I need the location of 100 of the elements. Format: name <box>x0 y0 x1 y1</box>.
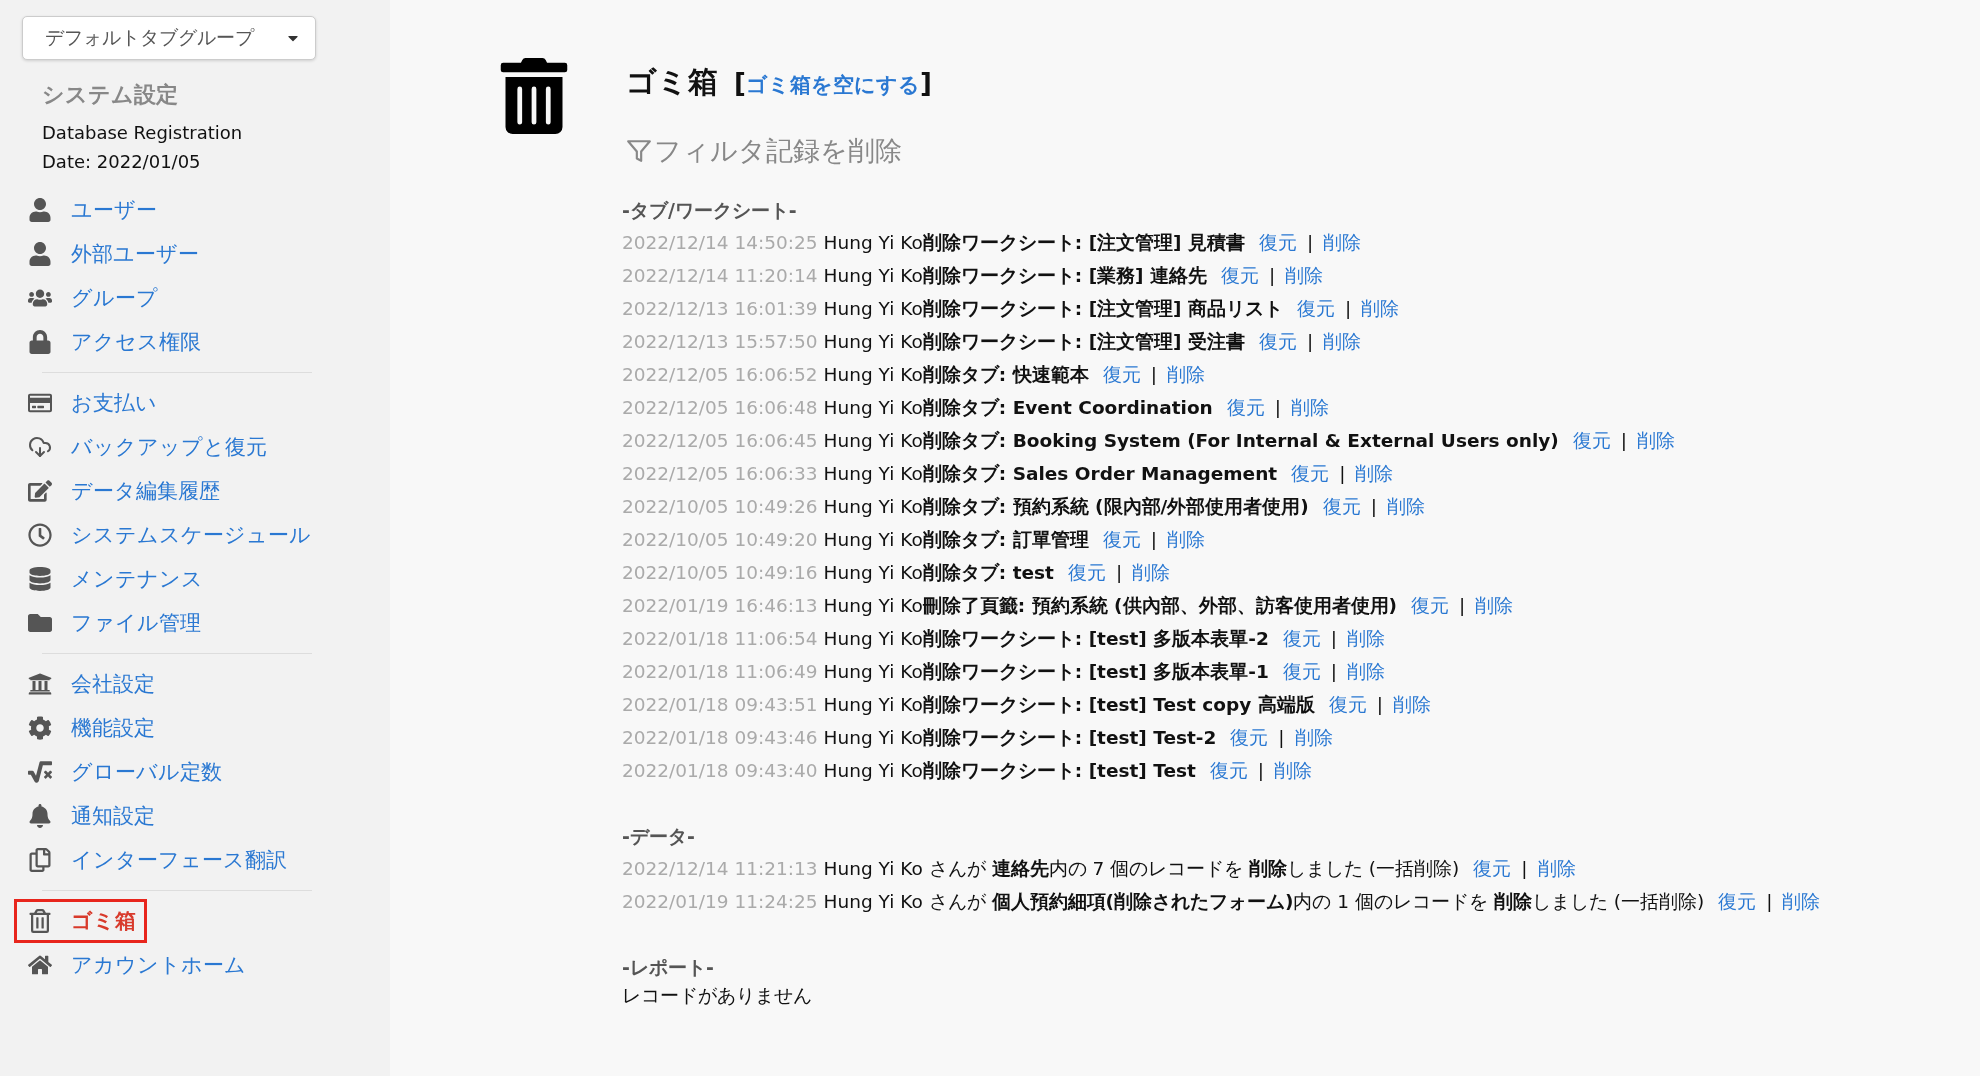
delete-link[interactable]: 削除 <box>1355 461 1394 486</box>
log-text: Hung Yi Ko削除タブ: 預約系統 (限內部/外部使用者使用) <box>823 495 1309 519</box>
lock-icon <box>28 330 52 354</box>
separator: | <box>1150 364 1157 385</box>
restore-link[interactable]: 復元 <box>1209 758 1248 783</box>
trash-icon <box>28 909 52 933</box>
tab-group-dropdown[interactable]: デフォルトタブグループ <box>22 16 316 60</box>
separator: | <box>1370 496 1377 517</box>
delete-link[interactable]: 削除 <box>1132 560 1171 585</box>
log-text: Hung Yi Ko削除ワークシート: [test] 多版本表單-2 <box>823 627 1269 651</box>
delete-link[interactable]: 削除 <box>1323 329 1362 354</box>
timestamp: 2022/10/05 10:49:16 <box>622 562 818 583</box>
restore-link[interactable]: 復元 <box>1259 329 1297 354</box>
delete-link[interactable]: 削除 <box>1166 527 1205 552</box>
timestamp: 2022/12/05 16:06:52 <box>622 364 818 385</box>
sidebar-item[interactable]: ファイル管理 <box>22 601 212 645</box>
delete-link[interactable]: 削除 <box>1347 659 1386 684</box>
delete-link[interactable]: 削除 <box>1637 428 1675 453</box>
timestamp: 2022/01/18 09:43:46 <box>622 727 818 748</box>
log-text: Hung Yi Ko削除タブ: Sales Order Management <box>823 462 1278 486</box>
timestamp: 2022/01/19 11:24:25 <box>622 891 818 912</box>
restore-link[interactable]: 復元 <box>1322 494 1361 519</box>
timestamp: 2022/01/18 09:43:40 <box>622 760 818 781</box>
restore-link[interactable]: 復元 <box>1230 725 1269 750</box>
separator: | <box>1330 628 1338 649</box>
timestamp: 2022/01/19 16:46:13 <box>622 595 818 616</box>
restore-link[interactable]: 復元 <box>1221 263 1259 288</box>
timestamp: 2022/12/05 16:06:45 <box>622 430 818 451</box>
delete-link[interactable]: 削除 <box>1392 692 1431 717</box>
delete-link[interactable]: 削除 <box>1294 725 1333 750</box>
sidebar-item[interactable]: アクセス権限 <box>22 320 212 364</box>
restore-link[interactable]: 復元 <box>1102 362 1141 387</box>
log-text: Hung Yi Ko刪除了頁籤: 預約系統 (供內部、外部、訪客使用者使用) <box>823 594 1397 618</box>
registration-info: Date: 2022/01/05 <box>42 150 202 174</box>
sidebar-item[interactable]: 外部ユーザー <box>22 232 210 276</box>
sidebar-item[interactable]: グループ <box>22 276 169 320</box>
sidebar-item[interactable]: バックアップと復元 <box>22 425 278 469</box>
restore-link[interactable]: 復元 <box>1411 593 1449 618</box>
delete-link[interactable]: 削除 <box>1323 230 1362 255</box>
credit-card-icon <box>28 391 52 415</box>
sidebar-item[interactable]: ゴミ箱 <box>14 899 147 943</box>
square-root-icon <box>28 760 52 784</box>
delete-link[interactable]: 削除 <box>1387 494 1425 519</box>
separator: | <box>1274 397 1281 418</box>
sidebar-item[interactable]: 通知設定 <box>22 794 166 838</box>
section-heading: -タブ/ワークシート- <box>622 198 798 223</box>
log-text: Hung Yi Ko削除ワークシート: [test] 多版本表單-1 <box>823 660 1269 684</box>
sidebar-item[interactable]: データ編集履歴 <box>22 469 231 513</box>
empty-trash-link[interactable]: ゴミ箱を空にする <box>745 71 920 99</box>
sidebar-item[interactable]: インターフェース翻訳 <box>22 838 298 882</box>
restore-link[interactable]: 復元 <box>1297 296 1335 321</box>
section-heading: -データ- <box>622 824 696 849</box>
sidebar-item[interactable]: ユーザー <box>22 188 168 232</box>
filter-delete-records-button[interactable]: フィルタ記録を削除 <box>626 133 932 169</box>
separator: | <box>1330 661 1338 682</box>
filter-icon <box>626 138 652 164</box>
delete-link[interactable]: 削除 <box>1782 889 1821 914</box>
restore-link[interactable]: 復元 <box>1282 659 1321 684</box>
delete-link[interactable]: 削除 <box>1347 626 1386 651</box>
restore-link[interactable]: 復元 <box>1067 560 1106 585</box>
separator: | <box>1521 858 1528 879</box>
sidebar-item[interactable]: メンテナンス <box>22 557 214 601</box>
log-text: Hung Yi Ko削除ワークシート: [test] Test copy 高端版 <box>823 693 1315 717</box>
sidebar-item[interactable]: グローバル定数 <box>22 750 233 794</box>
separator: | <box>1620 430 1627 451</box>
delete-link[interactable]: 削除 <box>1166 362 1205 387</box>
delete-link[interactable]: 削除 <box>1537 856 1576 881</box>
delete-link[interactable]: 削除 <box>1274 758 1313 783</box>
log-text: Hung Yi Ko削除タブ: 訂單管理 <box>823 528 1089 552</box>
sidebar-item[interactable]: システムスケージュール <box>22 513 322 557</box>
log-text: Hung Yi Ko削除ワークシート: [test] Test-2 <box>823 726 1217 750</box>
restore-link[interactable]: 復元 <box>1291 461 1330 486</box>
settings-icon <box>28 716 52 740</box>
timestamp: 2022/12/05 16:06:33 <box>622 463 818 484</box>
log-text: Hung Yi Ko さんが 連絡先内の 7 個のレコードを 削除しました (一括削除) <box>823 857 1460 881</box>
delete-link[interactable]: 削除 <box>1475 593 1514 618</box>
sidebar-item[interactable]: お支払い <box>22 381 168 425</box>
timestamp: 2022/12/13 15:57:50 <box>622 331 818 352</box>
restore-link[interactable]: 復元 <box>1718 889 1757 914</box>
delete-link[interactable]: 削除 <box>1285 263 1324 288</box>
restore-link[interactable]: 復元 <box>1102 527 1141 552</box>
separator: | <box>1307 232 1314 253</box>
sidebar-item[interactable]: 機能設定 <box>22 706 166 750</box>
log-text: Hung Yi Ko削除ワークシート: [業務] 連絡先 <box>823 264 1207 288</box>
database-icon <box>28 567 52 591</box>
restore-link[interactable]: 復元 <box>1282 626 1321 651</box>
copy-icon <box>28 848 52 872</box>
restore-link[interactable]: 復元 <box>1572 428 1611 453</box>
bracket: ] <box>919 68 932 98</box>
restore-link[interactable]: 復元 <box>1259 230 1297 255</box>
sidebar-item[interactable]: アカウントホーム <box>22 943 257 987</box>
sidebar-item[interactable]: 会社設定 <box>22 662 166 706</box>
restore-link[interactable]: 復元 <box>1226 395 1265 420</box>
restore-link[interactable]: 復元 <box>1473 856 1512 881</box>
delete-link[interactable]: 削除 <box>1291 395 1329 420</box>
log-text: Hung Yi Ko削除タブ: 快速範本 <box>823 363 1089 387</box>
delete-link[interactable]: 削除 <box>1361 296 1400 321</box>
section-heading: -レポート- <box>622 955 715 980</box>
restore-link[interactable]: 復元 <box>1328 692 1367 717</box>
person-icon <box>28 198 52 222</box>
